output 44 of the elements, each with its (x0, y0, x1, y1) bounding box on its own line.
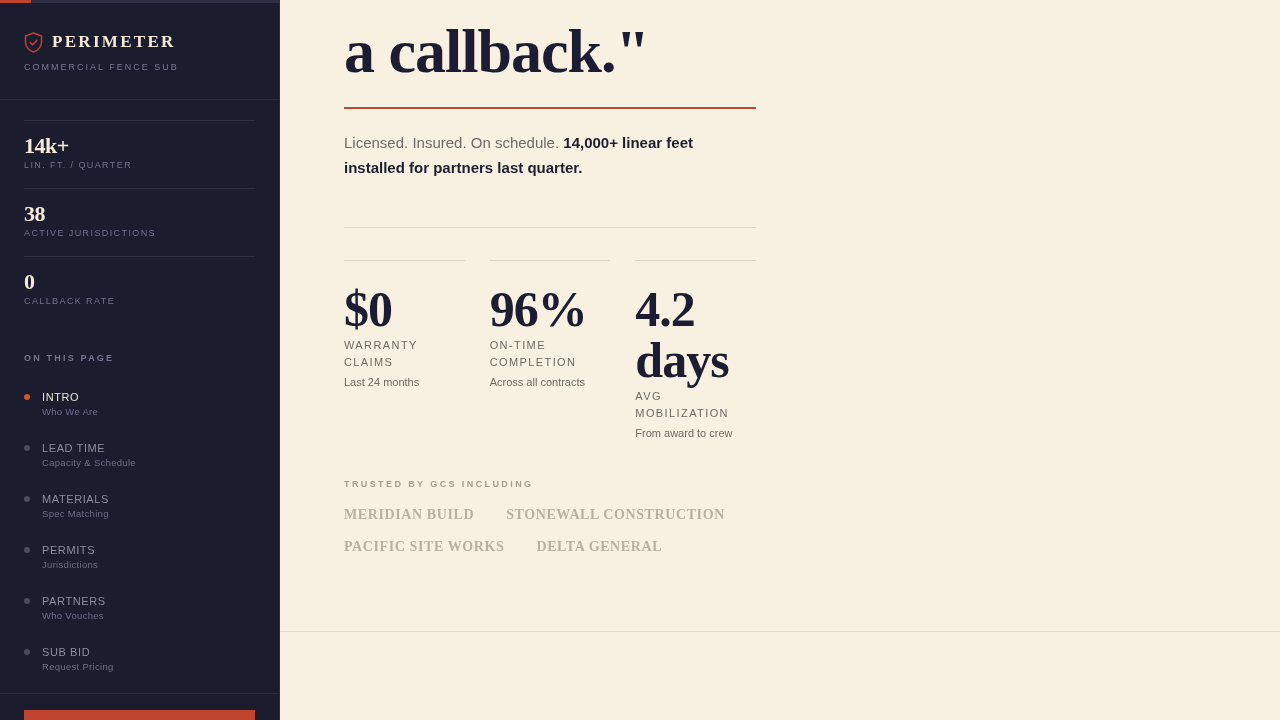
bullet-dot-icon (24, 547, 30, 553)
page-nav-link[interactable]: MATERIALS Spec Matching (24, 491, 109, 520)
metric-label: AVG MOBILIZATION (635, 389, 730, 421)
brand-tagline: COMMERCIAL FENCE SUB (24, 61, 180, 73)
stat-label: CALLBACK RATE (24, 295, 117, 307)
metric-value: $0 (344, 284, 393, 335)
nav-link-subtitle: Who We Are (42, 405, 99, 418)
brand-name: PERIMETER (52, 32, 176, 52)
bullet-dot-icon (24, 394, 30, 400)
nav-heading: ON THIS PAGE (24, 352, 116, 364)
page-nav-link[interactable]: SUB BID Request Pricing (24, 644, 114, 673)
clients-heading: TRUSTED BY GCS INCLUDING (344, 478, 535, 490)
page-nav-link[interactable]: PERMITS Jurisdictions (24, 542, 99, 571)
metric-note: Last 24 months (344, 375, 421, 389)
hero-headline: a callback." (344, 19, 650, 83)
metric-value: 4.2 days (635, 284, 730, 386)
metric-label: ON-TIME COMPLETION (489, 338, 578, 370)
nav-link-subtitle: Spec Matching (42, 507, 109, 520)
metric-note: From award to crew (635, 426, 734, 440)
nav-link-subtitle: Jurisdictions (42, 558, 99, 571)
metric-value: 96% (489, 284, 588, 335)
stat-label: LIN. FT. / QUARTER (24, 159, 134, 171)
bullet-dot-icon (24, 445, 30, 451)
stat-value: 0 (24, 270, 36, 294)
stat-label: ACTIVE JURISDICTIONS (24, 227, 157, 239)
nav-link-subtitle: Who Vouches (42, 609, 105, 622)
shield-check-icon (24, 31, 43, 53)
nav-link-subtitle: Capacity & Schedule (42, 456, 136, 469)
client-name: PACIFIC SITE WORKS (344, 538, 505, 556)
metric-label: WARRANTY CLAIMS (344, 338, 419, 370)
stat-value: 38 (24, 202, 46, 226)
client-name: MERIDIAN BUILD (344, 506, 475, 524)
bullet-dot-icon (24, 598, 30, 604)
page-nav-link[interactable]: INTRO Who We Are (24, 389, 99, 418)
page-nav-link[interactable]: PARTNERS Who Vouches (24, 593, 106, 622)
bullet-dot-icon (24, 496, 30, 502)
hero-lead: Licensed. Insured. On schedule. 14,000+ linear feet installed for partners last quarter. (344, 133, 694, 178)
metric-note: Across all contracts (489, 375, 587, 389)
client-name: DELTA GENERAL (536, 538, 663, 556)
client-name: STONEWALL CONSTRUCTION (506, 506, 725, 524)
nav-link-subtitle: Request Pricing (42, 660, 114, 673)
stat-value: 14k+ (24, 134, 70, 158)
page-nav-link[interactable]: LEAD TIME Capacity & Schedule (24, 440, 136, 469)
bullet-dot-icon (24, 649, 30, 655)
